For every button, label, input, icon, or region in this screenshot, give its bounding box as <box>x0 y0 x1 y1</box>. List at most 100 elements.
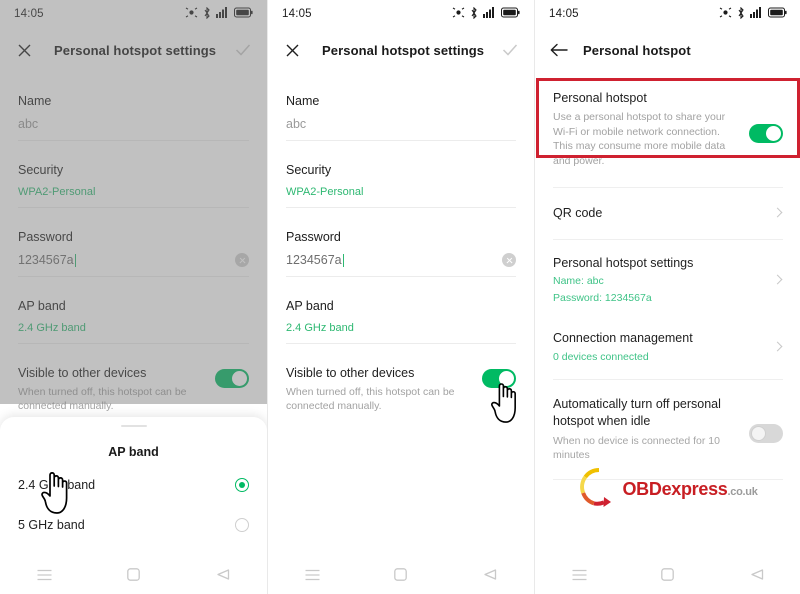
confirm-check-icon[interactable] <box>233 40 253 60</box>
page-title: Personal hotspot <box>583 42 691 58</box>
list-item-connection-management[interactable]: Connection management 0 devices connecte… <box>535 318 800 379</box>
field-name-2: Name abc <box>286 72 516 141</box>
connection-management-sub: 0 devices connected <box>553 350 649 363</box>
list-item-hotspot-settings[interactable]: Personal hotspot settings Name: abc Pass… <box>535 240 800 318</box>
hotspot-list: Personal hotspot Use a personal hotspot … <box>535 72 800 481</box>
sheet-option-24ghz[interactable]: 2.4 GHz band <box>0 465 267 505</box>
home-button[interactable] <box>385 560 417 590</box>
ap-band-label: AP band <box>286 299 334 313</box>
recents-button[interactable] <box>29 560 61 590</box>
hotspot-settings-name: Name: abc <box>553 275 604 288</box>
navigation-bar-1 <box>0 555 267 594</box>
chevron-right-icon <box>773 272 783 288</box>
home-button[interactable] <box>118 560 150 590</box>
visible-desc: When turned off, this hotspot can be con… <box>286 386 455 413</box>
page-title: Personal hotspot settings <box>322 42 485 58</box>
password-input[interactable]: 1234567a <box>18 253 74 267</box>
clear-password-icon[interactable] <box>235 253 249 267</box>
app-bar-2: Personal hotspot settings <box>268 28 534 72</box>
hotspot-toggle[interactable] <box>749 123 783 143</box>
password-input[interactable]: 1234567a <box>286 253 342 267</box>
name-input[interactable]: abc <box>286 117 306 131</box>
radio-unchecked-icon[interactable] <box>235 518 249 532</box>
security-value: WPA2-Personal <box>18 186 96 198</box>
sheet-title: AP band <box>108 445 159 459</box>
battery-icon <box>234 7 253 21</box>
status-bar: 14:05 <box>268 0 534 28</box>
battery-icon <box>768 7 787 21</box>
password-label: Password <box>18 230 73 244</box>
sheet-option-5ghz[interactable]: 5 GHz band <box>0 505 267 545</box>
ap-band-label: AP band <box>18 299 66 313</box>
back-arrow-icon[interactable] <box>549 40 569 60</box>
phone-panel-1: 14:05 Personal hotspot settings Name abc… <box>0 0 267 594</box>
row-visible-1: Visible to other devices When turned off… <box>18 344 249 413</box>
option-label: 2.4 GHz band <box>18 478 96 492</box>
status-bar-clock: 14:05 <box>14 8 44 20</box>
password-label: Password <box>286 230 341 244</box>
back-button[interactable] <box>207 560 239 590</box>
row-visible-2: Visible to other devices When turned off… <box>286 344 516 413</box>
phone-panel-3: 14:05 Personal hotspot Personal hotspot … <box>534 0 800 594</box>
field-ap-band-2[interactable]: AP band 2.4 GHz band <box>286 277 516 344</box>
hotspot-settings-form-2: Name abc Security WPA2-Personal Password… <box>268 72 534 413</box>
field-password-2: Password 1234567a <box>286 208 516 277</box>
nfc-icon <box>452 7 465 21</box>
watermark-logo: OBDexpress.co.uk <box>535 466 800 513</box>
security-label: Security <box>18 163 64 177</box>
back-button[interactable] <box>474 560 506 590</box>
field-security-1[interactable]: Security WPA2-Personal <box>18 141 249 208</box>
clear-password-icon[interactable] <box>502 253 516 267</box>
logo-tld: .co.uk <box>727 486 758 498</box>
recents-button[interactable] <box>296 560 328 590</box>
list-item-qr-code[interactable]: QR code <box>535 188 800 239</box>
visible-desc: When turned off, this hotspot can be con… <box>18 386 187 413</box>
logo-brand-obd: OBD <box>622 479 662 499</box>
nfc-icon <box>185 7 198 21</box>
security-value: WPA2-Personal <box>286 186 364 198</box>
radio-checked-icon[interactable] <box>235 478 249 492</box>
ap-band-value: 2.4 GHz band <box>286 322 354 334</box>
auto-off-toggle[interactable] <box>749 423 783 443</box>
field-security-2[interactable]: Security WPA2-Personal <box>286 141 516 208</box>
name-input[interactable]: abc <box>18 117 38 131</box>
logo-circular-arrow-icon <box>578 466 620 513</box>
field-name-1: Name abc <box>18 72 249 141</box>
chevron-right-icon <box>773 339 783 355</box>
navigation-bar-3 <box>535 555 800 594</box>
visible-toggle[interactable] <box>482 369 516 388</box>
battery-icon <box>501 7 520 21</box>
confirm-check-icon[interactable] <box>500 40 520 60</box>
bluetooth-icon <box>203 6 211 22</box>
list-item-auto-off: Automatically turn off personal hotspot … <box>535 380 800 479</box>
signal-bars-icon <box>483 7 496 21</box>
hotspot-settings-password: Password: 1234567a <box>553 291 652 304</box>
home-button[interactable] <box>652 560 684 590</box>
visible-title: Visible to other devices <box>18 366 147 380</box>
status-bar-clock: 14:05 <box>282 8 312 20</box>
nfc-icon <box>719 7 732 21</box>
qr-code-title: QR code <box>553 205 603 220</box>
logo-brand-express: express <box>661 479 728 499</box>
signal-bars-icon <box>216 7 229 21</box>
visible-toggle[interactable] <box>215 369 249 388</box>
status-bar: 14:05 <box>0 0 267 28</box>
text-caret <box>342 253 344 267</box>
screenshot-stage: 14:05 Personal hotspot settings Name abc… <box>0 0 800 594</box>
bluetooth-icon <box>737 6 745 22</box>
security-label: Security <box>286 163 332 177</box>
navigation-bar-2 <box>268 555 534 594</box>
text-caret <box>74 253 76 267</box>
field-ap-band-1[interactable]: AP band 2.4 GHz band <box>18 277 249 344</box>
back-button[interactable] <box>741 560 773 590</box>
close-icon[interactable] <box>282 40 302 60</box>
ap-band-bottom-sheet: AP band 2.4 GHz band 5 GHz band <box>0 416 267 555</box>
name-label: Name <box>18 94 52 108</box>
name-label: Name <box>286 94 320 108</box>
list-item-personal-hotspot: Personal hotspot Use a personal hotspot … <box>535 72 800 187</box>
close-icon[interactable] <box>14 40 34 60</box>
chevron-right-icon <box>773 205 783 221</box>
recents-button[interactable] <box>563 560 595 590</box>
hotspot-title: Personal hotspot <box>553 91 647 105</box>
ap-band-value: 2.4 GHz band <box>18 322 86 334</box>
